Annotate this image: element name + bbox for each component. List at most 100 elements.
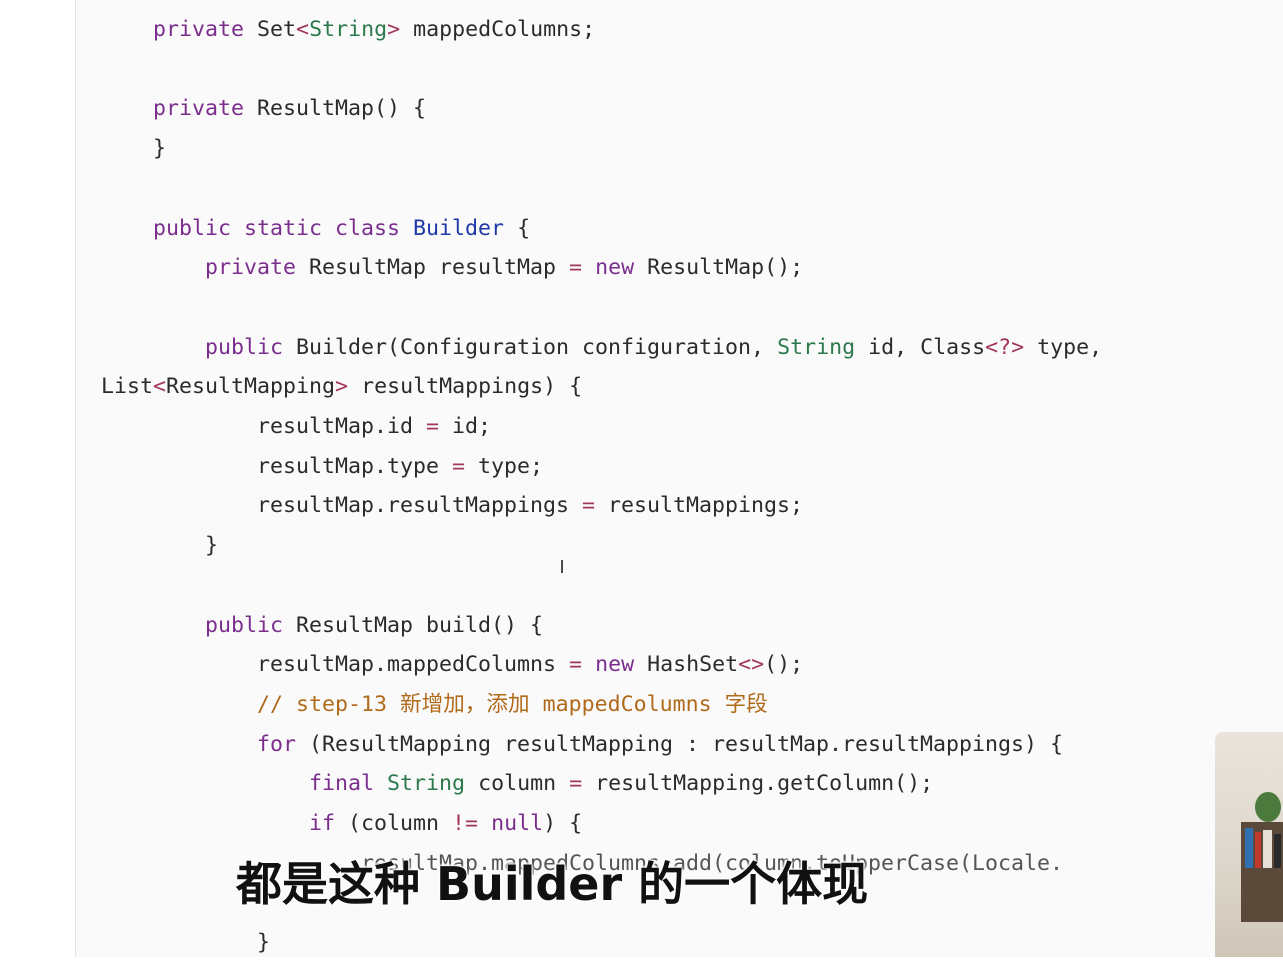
code-token: // step-13 新增加，添加 mappedColumns 字段 [257, 691, 768, 717]
code-line: resultMap.id = id; [101, 407, 491, 447]
code-token: id, Class [855, 334, 986, 360]
code-token: } [101, 136, 167, 162]
code-line: final String column = resultMapping.getC… [101, 764, 933, 804]
code-token: public [205, 612, 284, 638]
code-token: String [387, 771, 466, 797]
code-token: Set [244, 17, 297, 42]
code-token: resultMap.id [101, 414, 427, 439]
book-image [1255, 832, 1261, 868]
code-token: = [582, 493, 596, 519]
code-token: resultMap.mappedColumns [101, 652, 570, 678]
code-token: public static class [153, 215, 401, 241]
code-token: != [452, 811, 479, 836]
code-token: null [491, 811, 544, 836]
code-token: Builder [413, 215, 505, 241]
code-token: resultMappings) { [348, 374, 583, 400]
code-token: if [309, 811, 336, 836]
code-token: private [205, 255, 297, 281]
code-token: resultMap.resultMappings [101, 493, 583, 519]
code-token: public [205, 334, 284, 360]
code-token: > [335, 374, 349, 400]
code-token: mappedColumns; [400, 17, 596, 42]
code-token: < [296, 17, 310, 42]
text-cursor-icon: I [559, 557, 565, 578]
code-token: { [504, 215, 531, 241]
code-line: } [101, 526, 218, 566]
code-token: resultMap.type [101, 453, 453, 479]
code-line: resultMap.resultMappings = resultMapping… [101, 486, 803, 526]
book-image [1263, 830, 1272, 868]
code-token: ResultMap resultMap [296, 255, 570, 281]
book-image [1245, 828, 1253, 868]
code-token: ResultMap build() { [283, 612, 544, 638]
code-token: = [569, 771, 583, 797]
code-token: ResultMap() { [244, 96, 427, 122]
code-token: = [569, 255, 583, 281]
code-token: } [101, 930, 271, 956]
code-token: Builder(Configuration configuration, [283, 334, 778, 360]
code-line: if (column != null) { [101, 804, 582, 844]
code-token: type; [465, 453, 544, 479]
code-token: ResultMap(); [634, 255, 804, 281]
code-token: type, [1024, 334, 1103, 360]
code-token: column [465, 771, 570, 797]
code-line: } [101, 923, 270, 963]
code-token: new [595, 255, 635, 281]
book-image [1274, 834, 1281, 868]
code-line: private ResultMap resultMap = new Result… [101, 248, 803, 288]
video-subtitle: 都是这种 Builder 的一个体现 [236, 857, 869, 911]
code-token: = [452, 453, 466, 479]
code-token: = [569, 652, 583, 678]
code-token: resultMapping.getColumn(); [582, 771, 934, 797]
code-line: for (ResultMapping resultMapping : resul… [101, 725, 1063, 765]
code-token: (ResultMapping resultMapping : resultMap… [296, 731, 1064, 757]
code-token: (); [764, 652, 804, 678]
code-token: ) { [543, 811, 583, 836]
code-line: resultMap.type = type; [101, 447, 543, 487]
code-token: List [101, 374, 154, 400]
code-token: <?> [985, 334, 1025, 360]
code-token: HashSet [634, 652, 739, 678]
code-token: String [309, 17, 388, 42]
code-block: private Set<String> mappedColumns; priva… [0, 0, 1283, 957]
code-token: private [153, 17, 245, 42]
code-line: } [101, 129, 166, 169]
code-token: resultMappings; [595, 493, 804, 519]
code-line: public ResultMap build() { [101, 606, 543, 646]
code-line: List<ResultMapping> resultMappings) { [101, 367, 582, 407]
code-token: > [387, 17, 401, 42]
webcam-overlay [1215, 732, 1283, 957]
code-token: ResultMapping [166, 374, 336, 400]
code-token: = [426, 414, 440, 439]
code-line: // step-13 新增加，添加 mappedColumns 字段 [101, 685, 768, 725]
code-token: } [101, 533, 219, 559]
code-token: (column [335, 811, 453, 836]
code-token: private [153, 96, 245, 122]
code-token: new [595, 652, 635, 678]
code-line: resultMap.mappedColumns = new HashSet<>(… [101, 645, 803, 685]
code-token: String [777, 334, 856, 360]
code-line: private ResultMap() { [101, 89, 426, 129]
code-token: < [153, 374, 167, 400]
code-line: public static class Builder { [101, 209, 530, 249]
code-token: <> [738, 652, 765, 678]
code-token: for [257, 731, 297, 757]
code-line: public Builder(Configuration configurati… [101, 328, 1102, 368]
code-line: private Set<String> mappedColumns; [101, 10, 595, 50]
code-token: final [309, 771, 375, 797]
plant-image [1255, 792, 1281, 822]
